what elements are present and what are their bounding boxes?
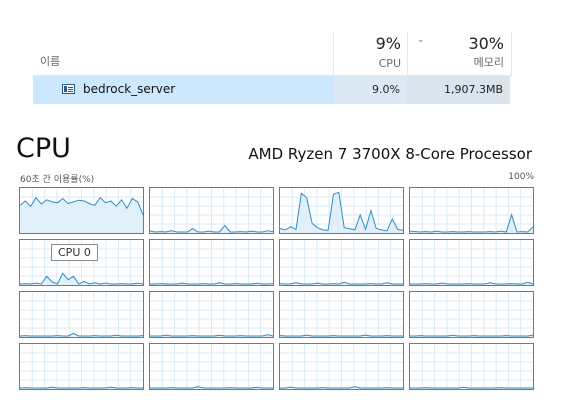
table-row[interactable]: bedrock_server 9.0% 1,907.3MB xyxy=(33,76,510,104)
column-header-cpu-label: CPU xyxy=(378,57,401,70)
column-header-cpu[interactable]: 9% CPU xyxy=(333,32,408,76)
core-graph-svg-8 xyxy=(20,292,143,337)
graph-axis-max: 100% xyxy=(508,172,534,182)
process-name-cell[interactable]: bedrock_server xyxy=(33,76,333,104)
core-graph-svg-11 xyxy=(410,292,533,337)
process-cpu-cell[interactable]: 9.0% xyxy=(333,76,407,104)
core-graph-11[interactable] xyxy=(409,291,534,338)
core-graph-svg-0 xyxy=(20,188,143,233)
core-graph-2[interactable] xyxy=(279,187,404,234)
process-name: bedrock_server xyxy=(83,82,176,96)
cpu-total-percent: 9% xyxy=(375,34,401,53)
logical-processor-graph-grid xyxy=(19,187,536,397)
memory-total-percent: 30% xyxy=(468,34,504,53)
core-graph-svg-9 xyxy=(150,292,273,337)
core-graph-0[interactable] xyxy=(19,187,144,234)
core-graph-svg-5 xyxy=(150,240,273,285)
core-graph-10[interactable] xyxy=(279,291,404,338)
process-table: 이름 9% CPU ⌄ 30% 메모리 bedrock_server 9.0% … xyxy=(33,32,512,104)
core-graph-13[interactable] xyxy=(149,343,274,390)
core-graph-svg-1 xyxy=(150,188,273,233)
core-graph-5[interactable] xyxy=(149,239,274,286)
core-graph-8[interactable] xyxy=(19,291,144,338)
core-graph-svg-3 xyxy=(410,188,533,233)
chevron-down-icon: ⌄ xyxy=(417,35,425,45)
app-window-icon xyxy=(62,84,75,94)
process-cpu-value: 9.0% xyxy=(372,83,400,96)
core-graph-svg-14 xyxy=(280,344,403,389)
core-graph-9[interactable] xyxy=(149,291,274,338)
core-graph-12[interactable] xyxy=(19,343,144,390)
core-graph-svg-12 xyxy=(20,344,143,389)
column-header-memory-label: 메모리 xyxy=(473,56,504,69)
core-graph-6[interactable] xyxy=(279,239,404,286)
column-header-memory[interactable]: ⌄ 30% 메모리 xyxy=(407,32,512,76)
graph-axis-label: 60초 간 이용률(%) xyxy=(20,175,95,185)
column-header-name[interactable]: 이름 xyxy=(33,32,333,76)
core-graph-svg-10 xyxy=(280,292,403,337)
core-graph-svg-13 xyxy=(150,344,273,389)
core-usage-area xyxy=(20,197,143,233)
core-graph-1[interactable] xyxy=(149,187,274,234)
core-graph-7[interactable] xyxy=(409,239,534,286)
cpu-model-name: AMD Ryzen 7 3700X 8-Core Processor xyxy=(248,145,532,163)
core-graph-15[interactable] xyxy=(409,343,534,390)
column-header-name-label: 이름 xyxy=(40,55,61,68)
core-graph-svg-15 xyxy=(410,344,533,389)
core-graph-3[interactable] xyxy=(409,187,534,234)
core-graph-svg-6 xyxy=(280,240,403,285)
core-graph-14[interactable] xyxy=(279,343,404,390)
core-graph-svg-2 xyxy=(280,188,403,233)
process-memory-cell[interactable]: 1,907.3MB xyxy=(407,76,510,104)
cpu-title: CPU xyxy=(16,133,71,164)
core-graph-svg-7 xyxy=(410,240,533,285)
cpu-core-tooltip: CPU 0 xyxy=(51,244,98,261)
process-memory-value: 1,907.3MB xyxy=(443,83,503,96)
